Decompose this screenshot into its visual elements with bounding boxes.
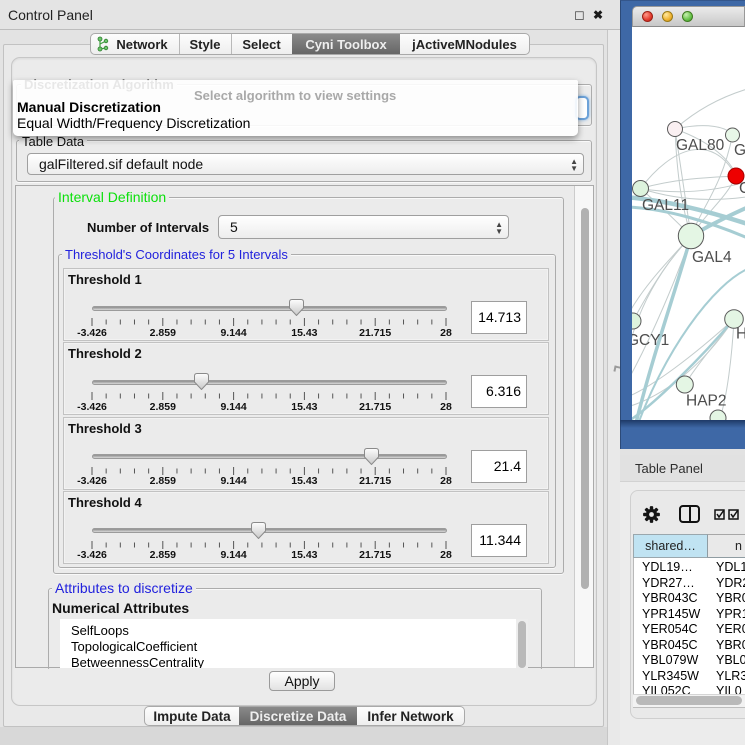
svg-text:GAL1: GAL1 — [734, 142, 745, 159]
svg-text:GAL11: GAL11 — [642, 197, 689, 214]
svg-text:GCY1: GCY1 — [632, 332, 669, 349]
svg-text:GAL80: GAL80 — [676, 137, 725, 154]
svg-text:CC: CC — [739, 180, 745, 197]
svg-text:HAP2: HAP2 — [686, 393, 727, 410]
svg-text:H: H — [736, 326, 745, 343]
svg-text:GAL4: GAL4 — [692, 249, 732, 266]
